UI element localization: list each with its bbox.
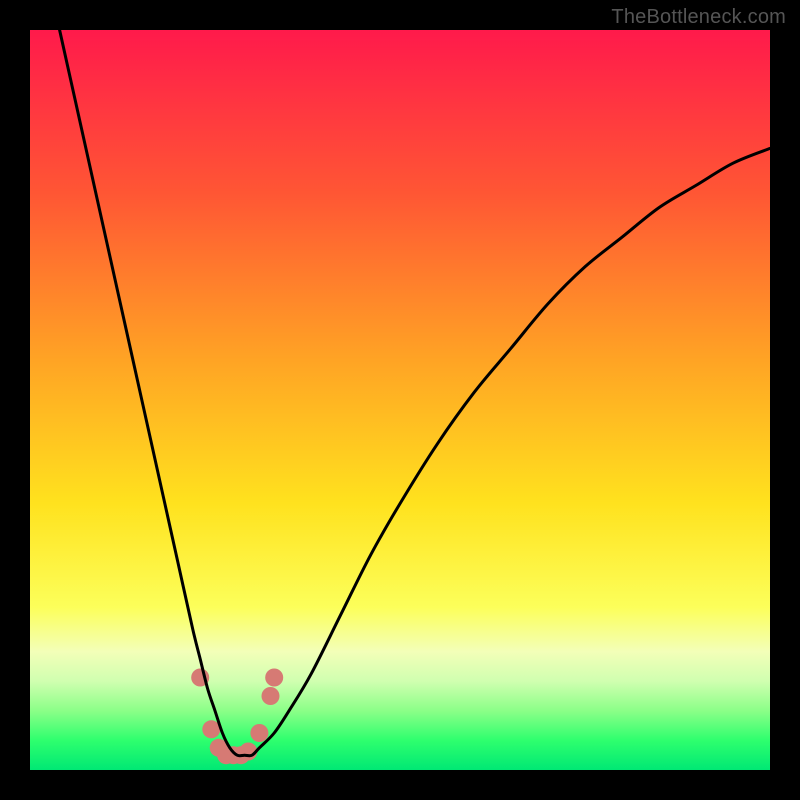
bottleneck-curve xyxy=(60,30,770,756)
curve-svg xyxy=(30,30,770,770)
data-marker xyxy=(262,687,280,705)
watermark-text: TheBottleneck.com xyxy=(611,6,786,29)
data-marker xyxy=(265,669,283,687)
data-marker xyxy=(250,724,268,742)
plot-area xyxy=(30,30,770,770)
chart-frame: TheBottleneck.com xyxy=(0,0,800,800)
